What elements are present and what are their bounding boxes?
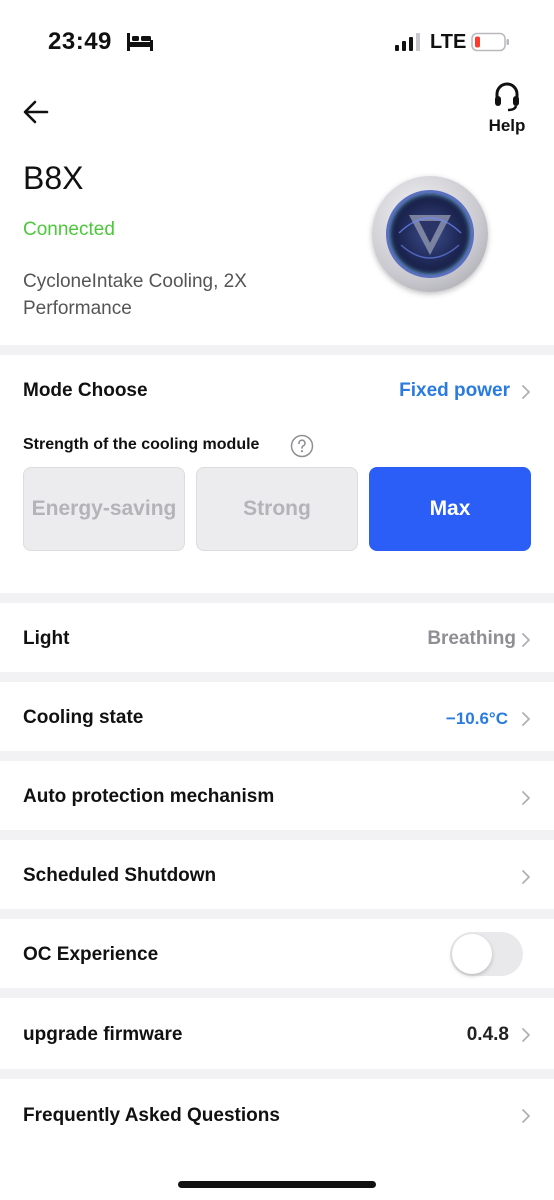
option-max[interactable]: Max [369, 467, 531, 551]
chevron-right-icon [522, 791, 530, 805]
chevron-right-icon [522, 633, 530, 647]
help-button[interactable]: Help [484, 80, 530, 142]
help-label: Help [488, 116, 526, 135]
faq-row[interactable]: Frequently Asked Questions [0, 1079, 554, 1149]
section-divider [0, 909, 554, 919]
cooling-state-label: Cooling state [23, 707, 144, 728]
arrow-left-icon[interactable] [20, 96, 52, 128]
section-divider [0, 593, 554, 603]
home-indicator[interactable] [178, 1181, 376, 1188]
headset-icon [495, 82, 519, 112]
scheduled-shutdown-row[interactable]: Scheduled Shutdown [0, 840, 554, 910]
oc-experience-toggle[interactable] [450, 932, 523, 976]
strength-label: Strength of the cooling module [23, 436, 260, 453]
option-energy-saving[interactable]: Energy-saving [23, 467, 185, 551]
cooling-state-row[interactable]: Cooling state −10.6°C [0, 682, 554, 752]
toggle-knob [452, 934, 492, 974]
status-time: 23:49 [48, 28, 112, 55]
chevron-right-icon [522, 870, 530, 884]
signal-icon [395, 33, 420, 51]
scheduled-shutdown-label: Scheduled Shutdown [23, 865, 217, 886]
firmware-version: 0.4.8 [466, 1024, 509, 1045]
light-value: Breathing [427, 628, 516, 649]
section-divider [0, 1069, 554, 1079]
option-strong[interactable]: Strong [196, 467, 358, 551]
chevron-right-icon [522, 1109, 530, 1123]
mode-choose-label: Mode Choose [23, 380, 148, 401]
chevron-right-icon [522, 712, 530, 726]
upgrade-firmware-label: upgrade firmware [23, 1024, 183, 1045]
device-fan-image [386, 190, 474, 278]
faq-label: Frequently Asked Questions [23, 1105, 280, 1126]
mode-choose-row[interactable]: Mode Choose Fixed power [0, 355, 554, 425]
chevron-right-icon [522, 1028, 530, 1042]
light-label: Light [23, 628, 70, 649]
section-divider [0, 345, 554, 355]
chevron-right-icon [522, 385, 530, 399]
upgrade-firmware-row[interactable]: upgrade firmware 0.4.8 [0, 998, 554, 1070]
connection-status: Connected [23, 219, 115, 240]
section-divider [0, 830, 554, 840]
light-row[interactable]: Light Breathing [0, 603, 554, 673]
device-image [372, 176, 488, 292]
mode-value: Fixed power [399, 380, 510, 401]
device-description: CycloneIntake Cooling, 2X Performance [23, 271, 247, 319]
oc-experience-label: OC Experience [23, 944, 159, 965]
device-name: B8X [23, 160, 84, 196]
battery-icon [471, 32, 509, 52]
auto-protection-row[interactable]: Auto protection mechanism [0, 761, 554, 831]
section-divider [0, 988, 554, 998]
auto-protection-label: Auto protection mechanism [23, 786, 275, 807]
bed-icon [127, 33, 153, 51]
status-bar: 23:49 LTE [0, 0, 554, 80]
section-divider [0, 751, 554, 761]
cooling-temperature: −10.6°C [445, 709, 508, 728]
network-type: LTE [430, 31, 467, 53]
question-circle-icon[interactable] [290, 434, 314, 458]
section-divider [0, 672, 554, 682]
